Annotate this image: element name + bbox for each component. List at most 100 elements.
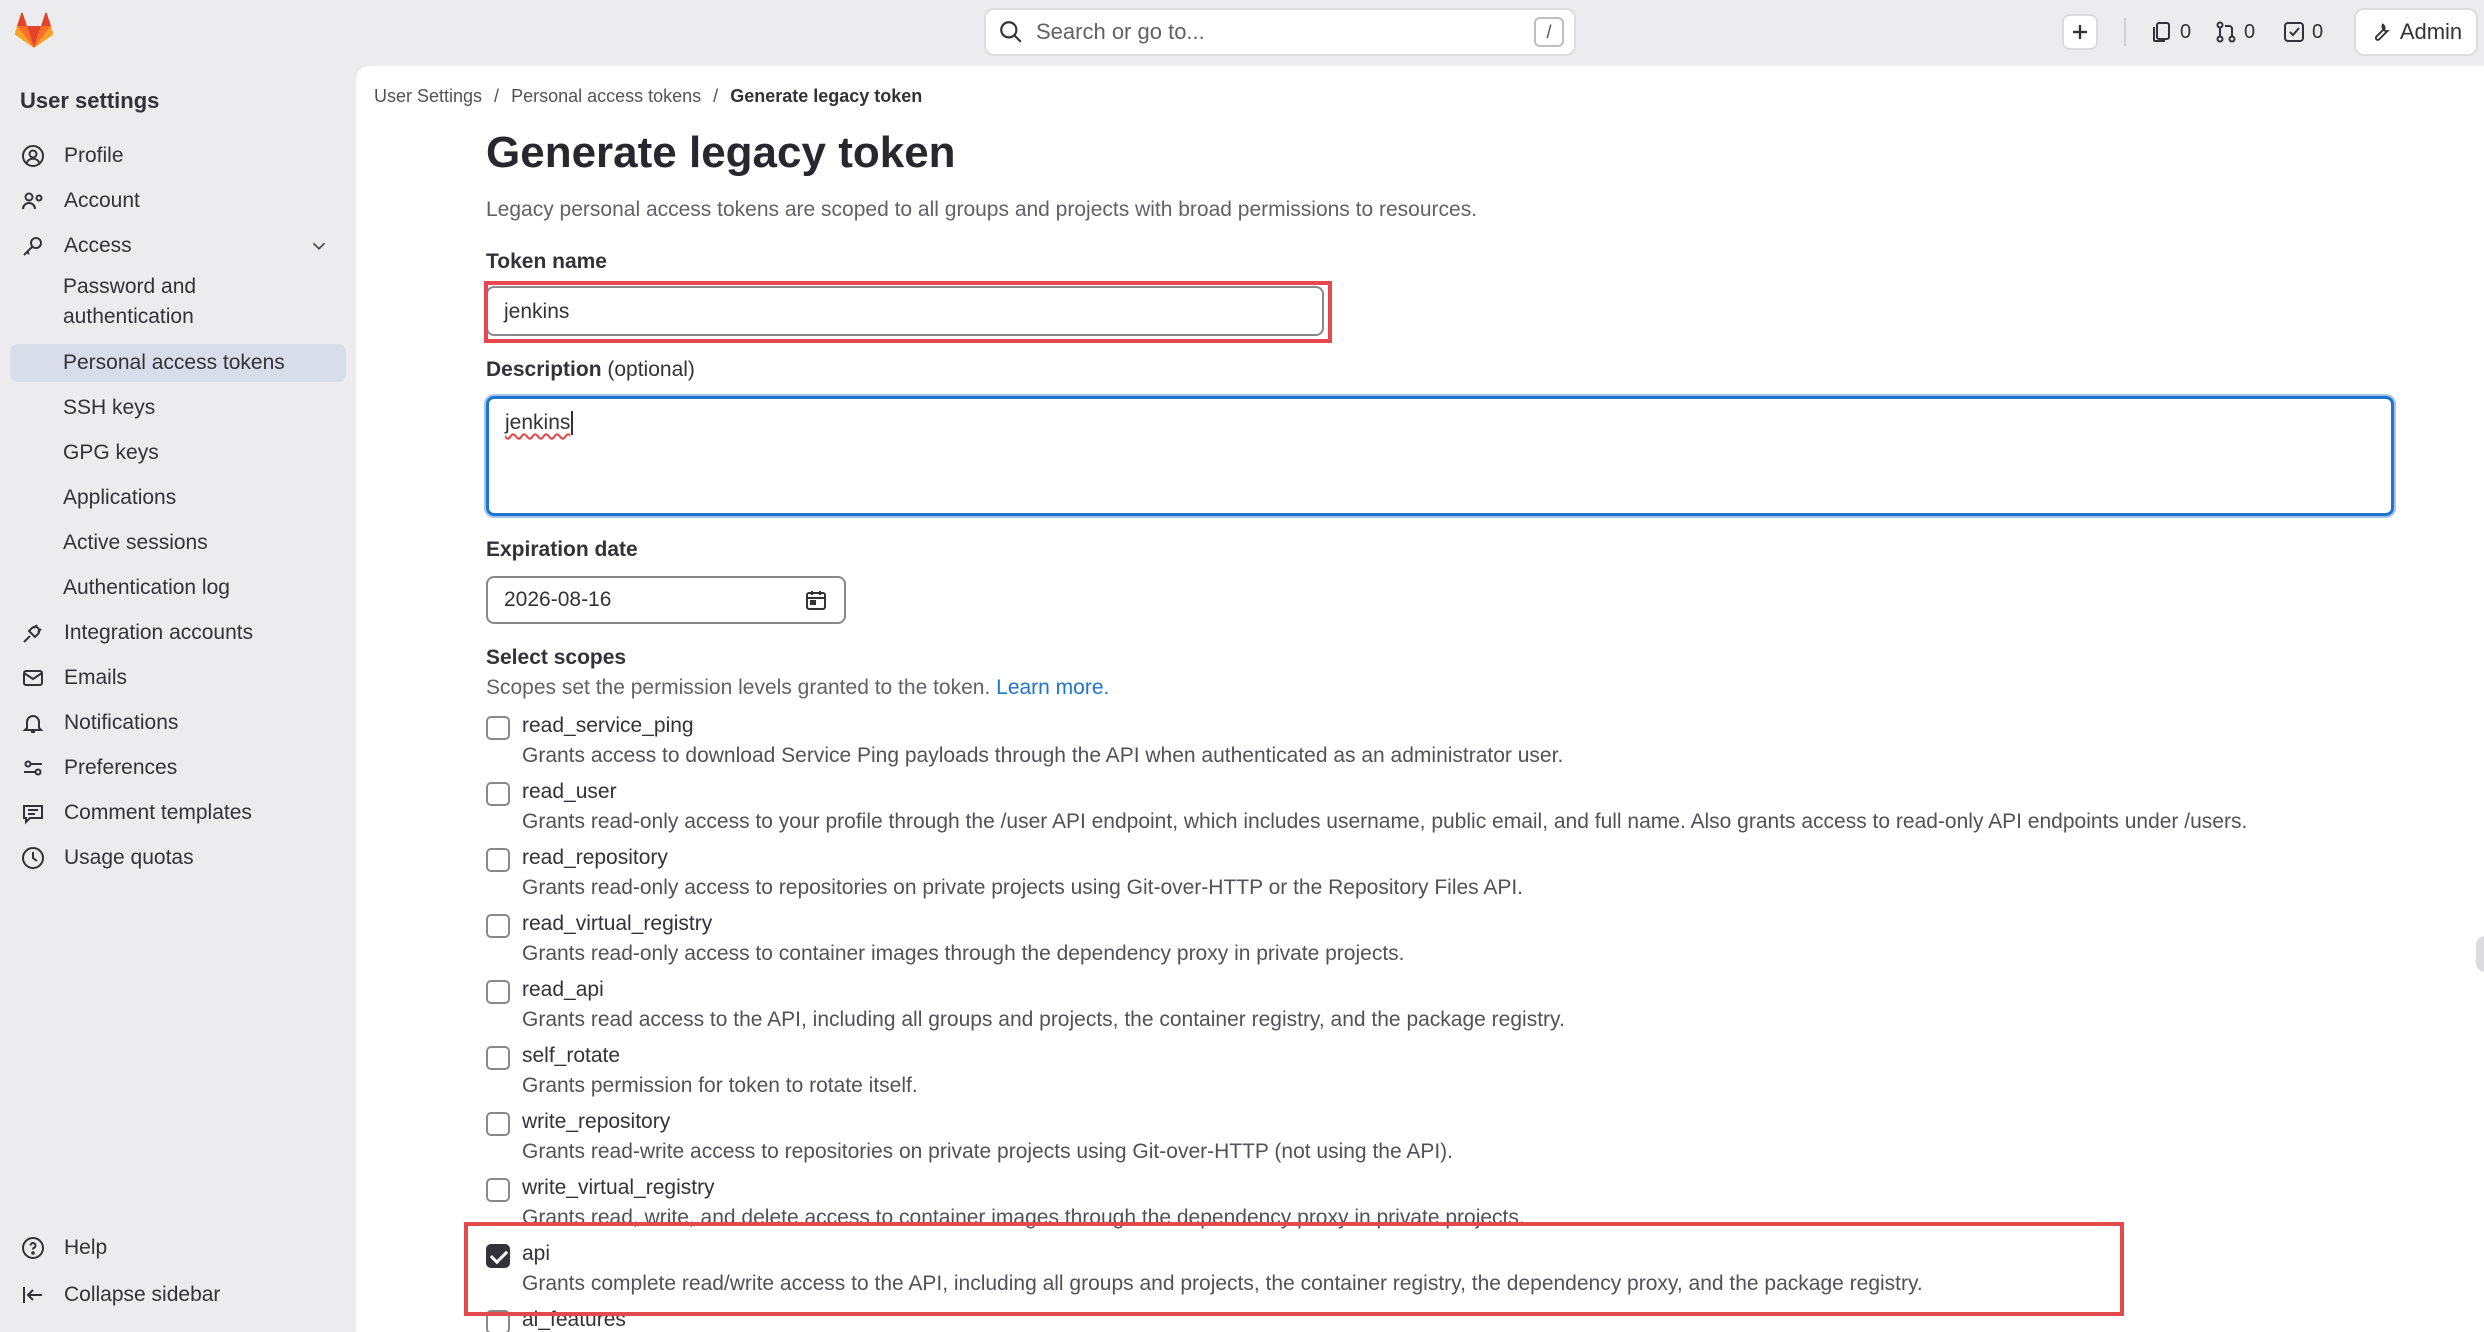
calendar-icon[interactable] (804, 588, 828, 612)
sidebar-item-preferences[interactable]: Preferences (10, 749, 346, 787)
collapse-icon (23, 1287, 42, 1303)
sidebar-item-label: Notifications (64, 711, 179, 734)
search-shortcut-key: / (1534, 17, 1564, 47)
merge-request-icon (2216, 21, 2236, 43)
sidebar-item-authentication-log[interactable]: Authentication log (10, 569, 346, 607)
scope-name: read_api (522, 978, 604, 1001)
description-optional-text: (optional) (607, 358, 695, 381)
scroll-handle[interactable] (2476, 936, 2484, 972)
sidebar-help-button[interactable]: Help (10, 1229, 346, 1267)
breadcrumb-separator: / (494, 86, 500, 106)
profile-icon (22, 145, 44, 167)
main-content: User Settings / Personal access tokens /… (356, 66, 2484, 1332)
highlight-box (484, 281, 1332, 343)
scope-description: Grants permission for token to rotate it… (522, 1074, 918, 1097)
sidebar-item-profile[interactable]: Profile (10, 137, 346, 175)
page-description: Legacy personal access tokens are scoped… (486, 198, 1478, 221)
sidebar-item-label: Integration accounts (64, 621, 254, 644)
scope-description: Grants read access to the API, including… (522, 1008, 1565, 1031)
admin-button[interactable]: Admin (2354, 8, 2478, 56)
topbar-divider (2124, 18, 2126, 46)
scope-checkbox[interactable] (486, 782, 510, 806)
scope-name: read_repository (522, 846, 668, 869)
breadcrumb-current: Generate legacy token (730, 86, 923, 106)
breadcrumb-user-settings[interactable]: User Settings (374, 86, 482, 107)
issues-icon (2153, 22, 2170, 42)
scope-read-repository: read_repository Grants read-only access … (486, 846, 2426, 910)
token-name-label: Token name (486, 250, 607, 273)
sidebar-item-label: Preferences (64, 756, 178, 779)
learn-more-link[interactable]: Learn more. (996, 676, 1109, 699)
scope-checkbox[interactable] (486, 980, 510, 1004)
highlight-box (464, 1222, 2124, 1316)
scope-write-repository: write_repository Grants read-write acces… (486, 1110, 2426, 1174)
expiration-date-input[interactable]: 2026-08-16 (486, 576, 846, 624)
envelope-icon (23, 670, 43, 686)
sidebar-item-usage-quotas[interactable]: Usage quotas (10, 839, 346, 877)
sidebar-item-integration-accounts[interactable]: Integration accounts (10, 614, 346, 652)
sidebar-item-password-authentication[interactable]: Password and authentication (10, 272, 346, 336)
sidebar-item-label: Usage quotas (64, 846, 194, 869)
sidebar-item-label: Account (64, 189, 140, 212)
wrench-icon (2374, 23, 2390, 41)
sidebar-item-label: Help (64, 1236, 108, 1259)
chevron-down-icon (312, 242, 326, 251)
scope-description: Grants access to download Service Ping p… (522, 744, 1564, 767)
todos-counter-button[interactable]: 0 (2282, 10, 2323, 54)
scope-checkbox[interactable] (486, 716, 510, 740)
scope-checkbox[interactable] (486, 1178, 510, 1202)
quota-icon (22, 847, 44, 869)
sidebar-title: User settings (20, 88, 160, 113)
sidebar-item-account[interactable]: Account (10, 182, 346, 220)
text-caret (571, 411, 574, 436)
key-icon (23, 237, 42, 256)
sidebar-item-notifications[interactable]: Notifications (10, 704, 346, 742)
sidebar-item-personal-access-tokens[interactable]: Personal access tokens (10, 344, 346, 382)
scope-read-user: read_user Grants read-only access to you… (486, 780, 2426, 844)
help-icon (22, 1237, 44, 1259)
sidebar-item-label: Emails (64, 666, 128, 689)
todos-count: 0 (2312, 20, 2324, 43)
sidebar-item-label: Personal access tokens (63, 351, 285, 374)
sidebar-item-emails[interactable]: Emails (10, 659, 346, 697)
sidebar-item-gpg-keys[interactable]: GPG keys (10, 434, 346, 472)
scope-description: Grants read-only access to container ima… (522, 942, 1405, 965)
scope-name: read_user (522, 780, 617, 803)
scope-name: read_service_ping (522, 714, 694, 737)
sidebar-item-applications[interactable]: Applications (10, 479, 346, 517)
gitlab-logo-icon[interactable] (14, 12, 54, 50)
breadcrumb-separator: / (713, 86, 719, 106)
search-input[interactable]: Search or go to... / (984, 8, 1576, 56)
top-bar: Search or go to... / 0 0 0 Admin (0, 0, 2484, 66)
breadcrumb-personal-access-tokens[interactable]: Personal access tokens (511, 86, 701, 107)
preferences-icon (24, 760, 42, 776)
scope-read-virtual-registry: read_virtual_registry Grants read-only a… (486, 912, 2426, 976)
todo-check-icon (2284, 22, 2304, 42)
sidebar-item-label: Applications (63, 486, 177, 509)
scope-checkbox[interactable] (486, 848, 510, 872)
sidebar-item-access[interactable]: Access (10, 227, 346, 265)
breadcrumb: User Settings / Personal access tokens /… (374, 86, 922, 107)
sidebar-item-label: GPG keys (63, 441, 159, 464)
sidebar-item-comment-templates[interactable]: Comment templates (10, 794, 346, 832)
search-icon (1000, 21, 1022, 43)
description-textarea[interactable]: jenkins (486, 396, 2394, 516)
scope-description: Grants read-write access to repositories… (522, 1140, 1453, 1163)
scope-checkbox[interactable] (486, 1112, 510, 1136)
scope-name: self_rotate (522, 1044, 621, 1067)
scope-checkbox[interactable] (486, 914, 510, 938)
bell-icon (22, 715, 44, 733)
description-value: jenkins (505, 411, 571, 434)
merge-requests-counter-button[interactable]: 0 (2214, 10, 2255, 54)
scope-checkbox[interactable] (486, 1046, 510, 1070)
scope-name: write_repository (522, 1110, 671, 1133)
sidebar-item-ssh-keys[interactable]: SSH keys (10, 389, 346, 427)
sidebar-item-active-sessions[interactable]: Active sessions (10, 524, 346, 562)
issues-counter-button[interactable]: 0 (2150, 10, 2191, 54)
collapse-sidebar-button[interactable]: Collapse sidebar (10, 1276, 346, 1314)
create-new-button[interactable] (2062, 14, 2098, 50)
scope-name: read_virtual_registry (522, 912, 713, 935)
merge-requests-count: 0 (2244, 20, 2256, 43)
scope-name: write_virtual_registry (522, 1176, 715, 1199)
select-scopes-label: Select scopes (486, 646, 627, 669)
